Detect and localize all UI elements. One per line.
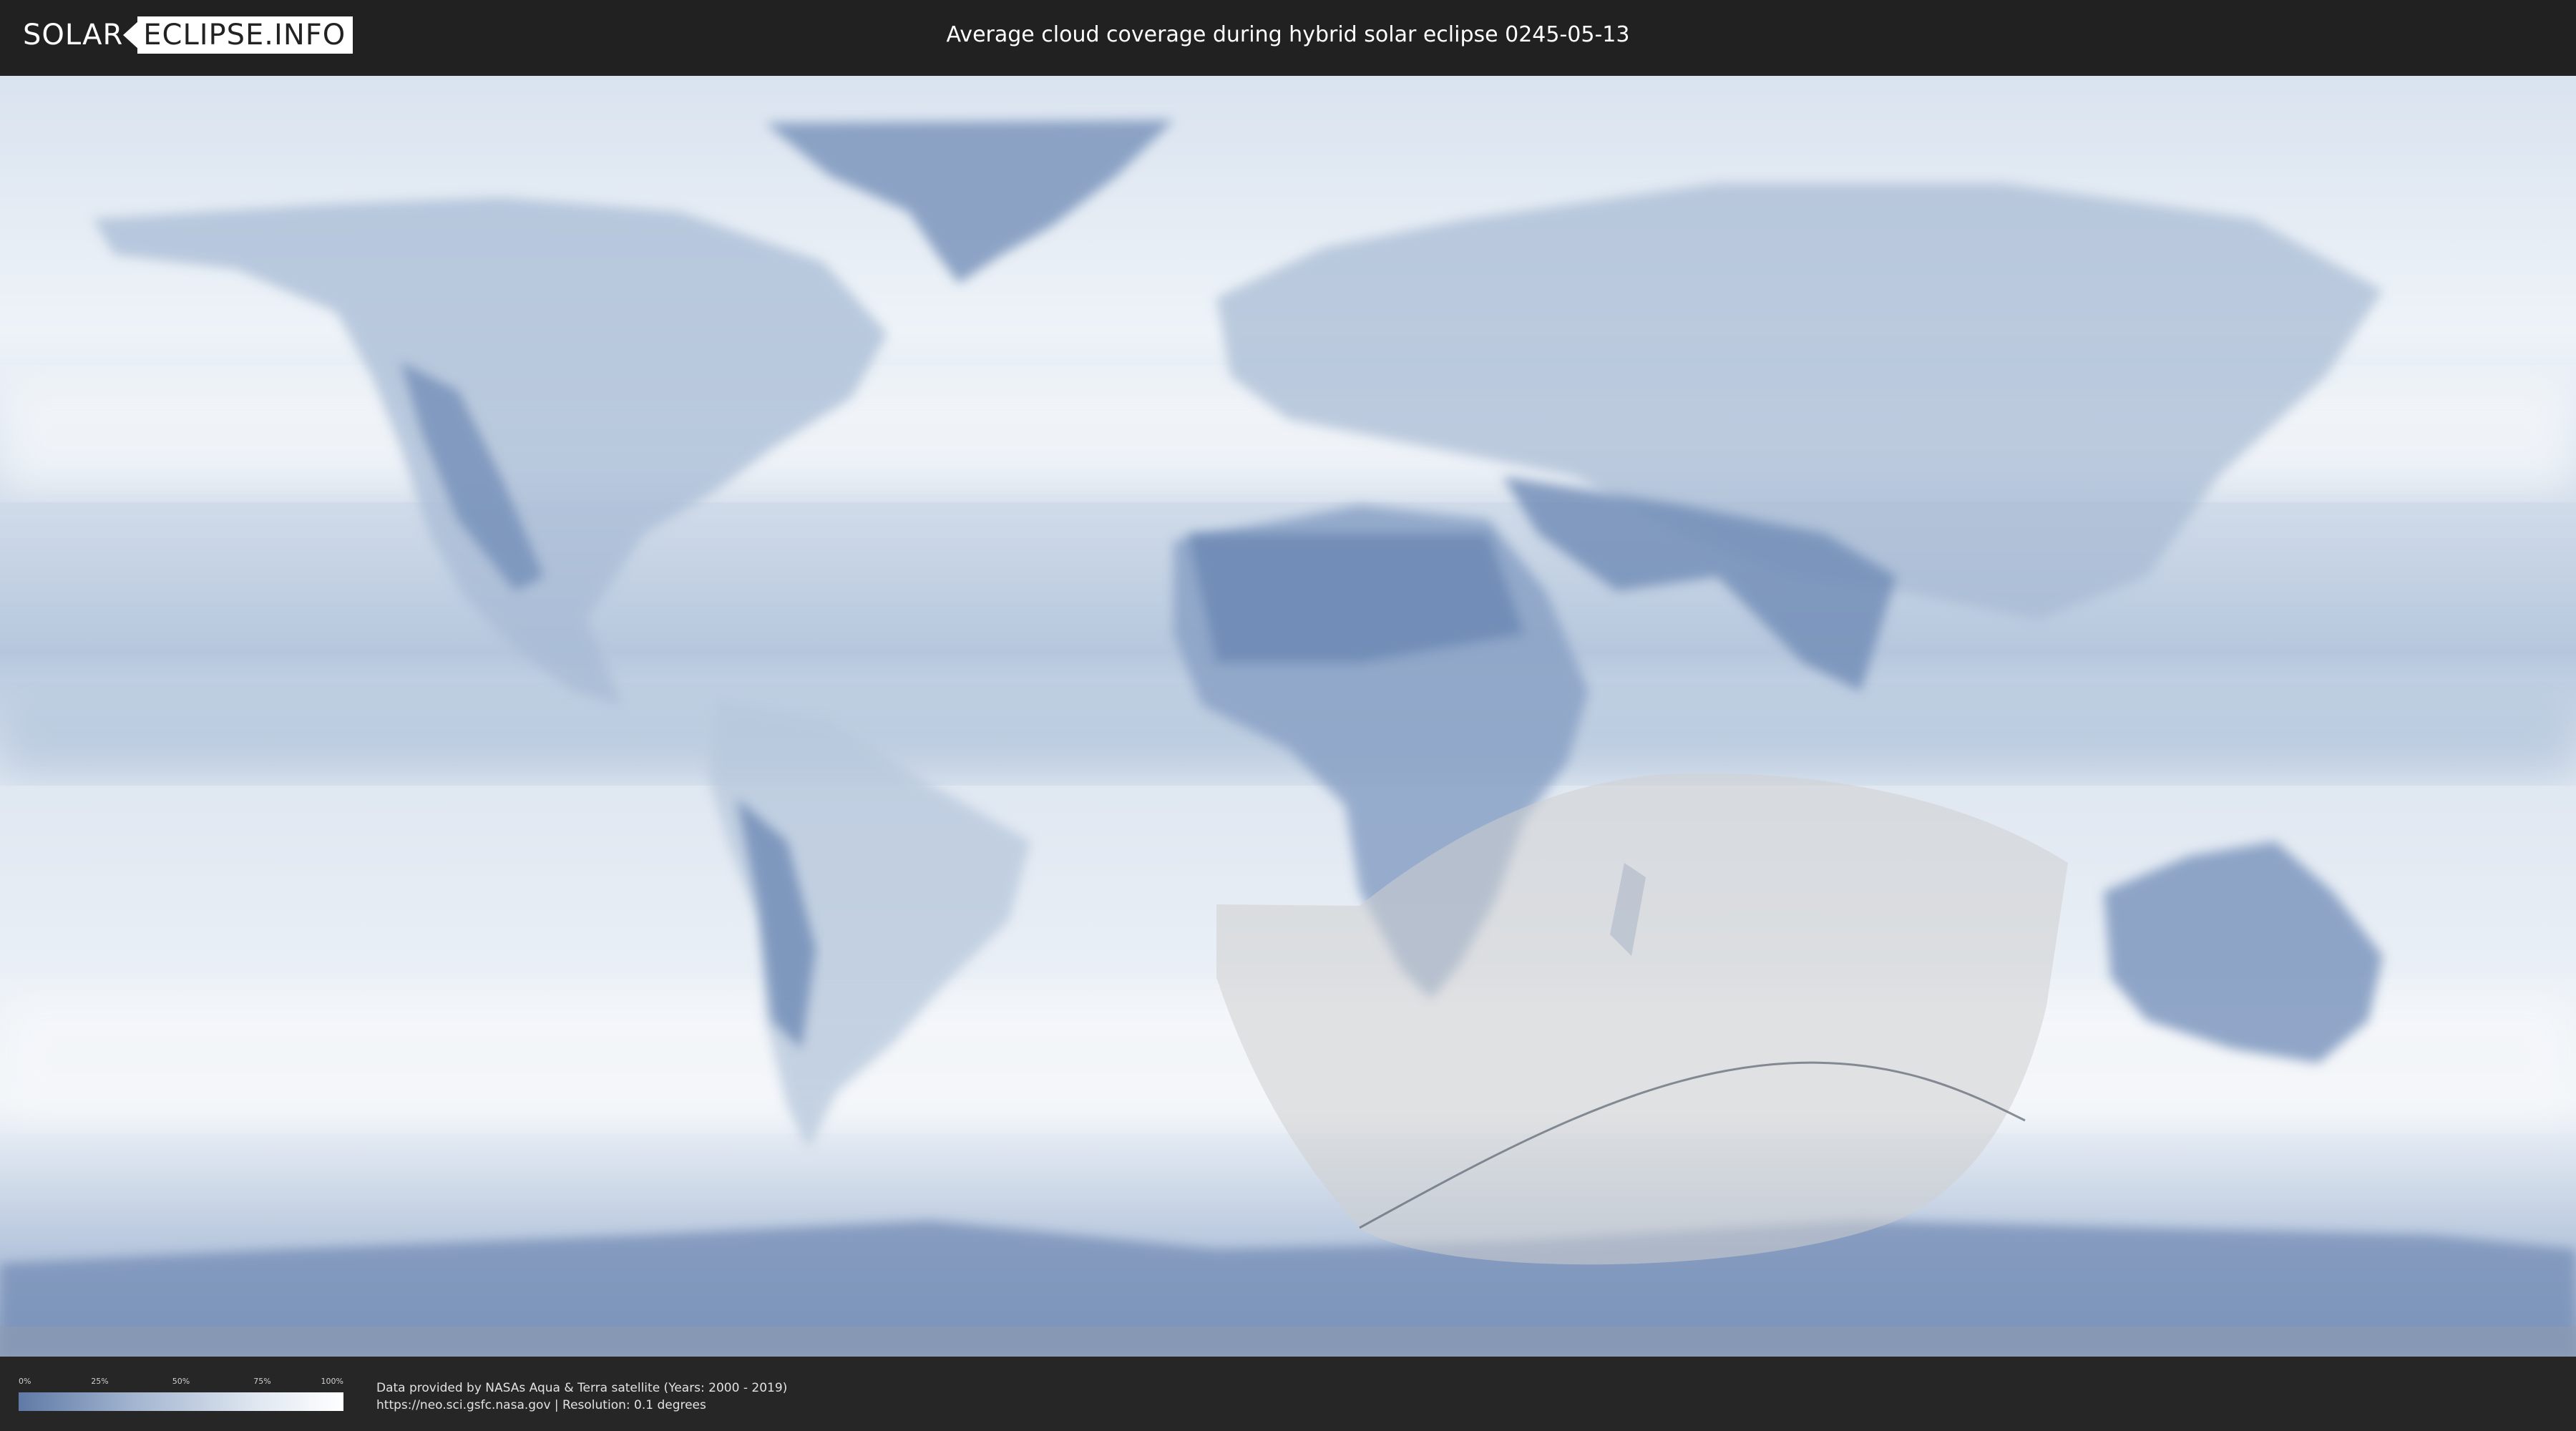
legend-tick: 50% bbox=[172, 1377, 190, 1386]
cloud-coverage-legend: 0% 25% 50% 75% 100% bbox=[19, 1377, 343, 1411]
cloud-coverage-map[interactable] bbox=[0, 76, 2576, 1357]
credit-line-source: Data provided by NASAs Aqua & Terra sate… bbox=[376, 1381, 788, 1395]
page-title: Average cloud coverage during hybrid sol… bbox=[946, 22, 1630, 47]
legend-tick: 100% bbox=[321, 1377, 343, 1386]
legend-tick: 75% bbox=[253, 1377, 271, 1386]
header-bar: SOLAR ECLIPSE.INFO Average cloud coverag… bbox=[0, 0, 2576, 72]
legend-tick: 0% bbox=[19, 1377, 31, 1386]
data-credits: Data provided by NASAs Aqua & Terra sate… bbox=[376, 1379, 787, 1414]
map-bottom-edge bbox=[0, 1327, 2576, 1357]
legend-tick: 25% bbox=[91, 1377, 109, 1386]
legend-ticks: 0% 25% 50% 75% 100% bbox=[19, 1377, 343, 1388]
world-map-svg bbox=[0, 76, 2576, 1357]
legend-color-bar bbox=[19, 1392, 343, 1411]
credit-line-url[interactable]: https://neo.sci.gsfc.nasa.gov | Resoluti… bbox=[376, 1397, 787, 1414]
